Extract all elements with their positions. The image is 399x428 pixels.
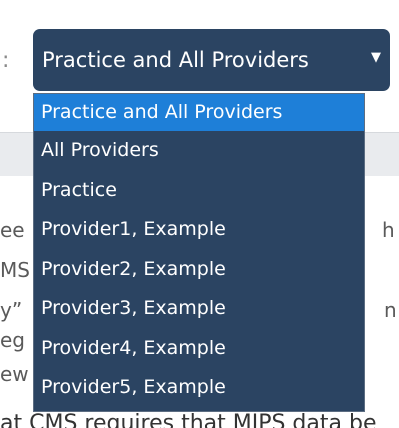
select-option[interactable]: Practice — [34, 171, 364, 211]
select-current-value: Practice and All Providers — [42, 48, 309, 72]
select-option[interactable]: Provider4, Example — [34, 329, 364, 369]
background-text-fragment: y” — [0, 298, 23, 322]
background-text-fragment: MS — [0, 258, 30, 282]
select-option[interactable]: Provider1, Example — [34, 210, 364, 250]
background-text-fragment: ee — [0, 218, 25, 242]
select-option[interactable]: Provider5, Example — [34, 368, 364, 408]
background-paragraph-line: at CMS requires that MIPS data be — [0, 411, 377, 428]
select-options-list[interactable]: Practice and All Providers All Providers P… — [33, 93, 365, 412]
select-option-selected[interactable]: Practice and All Providers — [34, 94, 364, 131]
page: : ee MS y” eg ew h n at CMS requires tha… — [0, 0, 399, 428]
select-option[interactable]: Provider2, Example — [34, 250, 364, 290]
background-text-fragment-right: h — [382, 218, 395, 242]
field-label-colon: : — [2, 48, 10, 73]
select-option[interactable]: All Providers — [34, 131, 364, 171]
caret-down-icon: ▼ — [371, 50, 381, 65]
background-text-fragment: eg — [0, 328, 25, 352]
background-text-fragment-right: n — [384, 298, 397, 322]
select-option[interactable]: Provider3, Example — [34, 289, 364, 329]
provider-select[interactable]: Practice and All Providers ▼ — [33, 29, 390, 91]
background-text-fragment: ew — [0, 362, 29, 386]
